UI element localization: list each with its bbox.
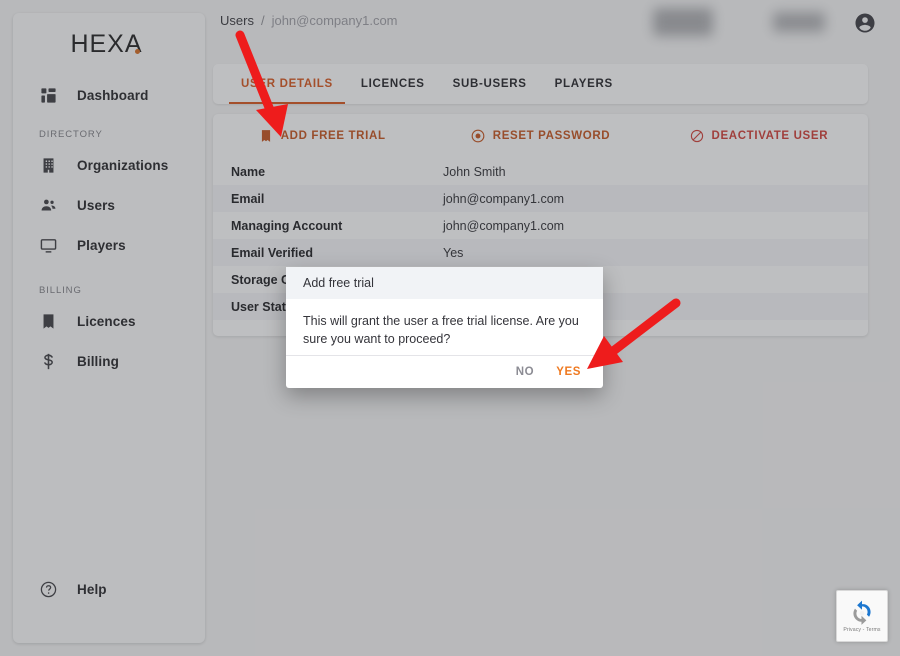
add-free-trial-dialog: Add free trial This will grant the user … xyxy=(286,267,603,388)
dialog-no-button[interactable]: NO xyxy=(516,366,534,378)
app-root: HEXA Dashboard DIRECTORY Organizations U… xyxy=(0,0,900,656)
dialog-yes-button[interactable]: YES xyxy=(556,366,581,378)
dialog-footer: NO YES xyxy=(286,355,603,388)
dialog-title: Add free trial xyxy=(286,267,603,299)
recaptcha-badge[interactable]: Privacy - Terms xyxy=(836,590,888,642)
recaptcha-icon xyxy=(849,600,875,626)
dialog-message: This will grant the user a free trial li… xyxy=(303,314,579,347)
recaptcha-text: Privacy - Terms xyxy=(843,626,881,633)
